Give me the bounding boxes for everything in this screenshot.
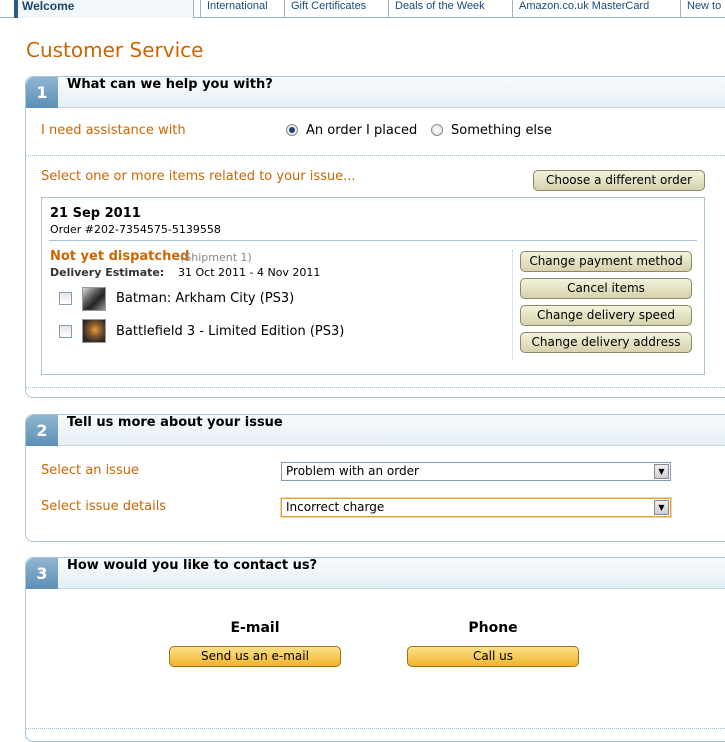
cancel-items-button[interactable]: Cancel items — [520, 278, 692, 299]
issue-select-value: Problem with an order — [286, 464, 419, 478]
change-payment-method-button[interactable]: Change payment method — [520, 251, 692, 272]
item-checkbox-battlefield[interactable] — [59, 325, 72, 338]
divider — [26, 155, 725, 156]
section-header: 3 How would you like to contact us? — [26, 558, 725, 589]
issue-details-select-value: Incorrect charge — [286, 500, 385, 514]
assist-label: I need assistance with — [41, 123, 186, 138]
item-thumbnail — [82, 287, 106, 311]
nav-tab-new-to[interactable]: New to — [680, 0, 725, 18]
dropdown-arrow-icon[interactable]: ▼ — [654, 500, 669, 515]
delivery-estimate-label: Delivery Estimate: — [50, 266, 165, 279]
item-checkbox-batman[interactable] — [59, 292, 72, 305]
order-number: Order #202-7354575-5139558 — [50, 223, 221, 236]
section-title: Tell us more about your issue — [67, 415, 283, 430]
change-delivery-speed-button[interactable]: Change delivery speed — [520, 305, 692, 326]
issue-details-select[interactable]: Incorrect charge ▼ — [280, 497, 672, 518]
page-title: Customer Service — [26, 38, 204, 62]
divider — [26, 728, 725, 729]
radio-something-else-label[interactable]: Something else — [451, 123, 552, 138]
nav-tab-international[interactable]: International — [200, 0, 276, 18]
radio-something-else[interactable] — [431, 124, 443, 136]
section-help: 1 What can we help you with? I need assi… — [25, 76, 725, 398]
section-title: How would you like to contact us? — [67, 558, 318, 573]
change-delivery-address-button[interactable]: Change delivery address — [520, 332, 692, 353]
order-date: 21 Sep 2011 — [50, 206, 141, 221]
nav-tab-gift-certificates[interactable]: Gift Certificates — [284, 0, 380, 18]
actions-divider — [512, 250, 513, 360]
nav-tab-deals[interactable]: Deals of the Week — [388, 0, 500, 18]
choose-different-order-button[interactable]: Choose a different order — [533, 170, 705, 191]
order-box: 21 Sep 2011 Order #202-7354575-5139558 N… — [41, 197, 705, 375]
dropdown-arrow-icon[interactable]: ▼ — [654, 464, 669, 479]
step-number: 3 — [26, 558, 58, 589]
order-divider — [49, 240, 697, 241]
send-email-button[interactable]: Send us an e-mail — [169, 646, 341, 667]
radio-order-label[interactable]: An order I placed — [306, 123, 417, 138]
top-nav: Welcome International Gift Certificates … — [0, 0, 725, 18]
step-number: 2 — [26, 415, 58, 446]
issue-select[interactable]: Problem with an order ▼ — [281, 462, 671, 481]
nav-tab-mastercard[interactable]: Amazon.co.uk MasterCard — [512, 0, 672, 18]
details-label: Select issue details — [41, 499, 167, 514]
radio-order[interactable] — [286, 124, 298, 136]
delivery-estimate-value: 31 Oct 2011 - 4 Nov 2011 — [178, 266, 321, 279]
section-issue: 2 Tell us more about your issue Select a… — [25, 414, 725, 542]
item-name: Batman: Arkham City (PS3) — [116, 291, 295, 306]
issue-label: Select an issue — [41, 463, 139, 478]
email-heading: E-mail — [230, 620, 280, 636]
item-thumbnail — [82, 319, 106, 343]
section-header: 2 Tell us more about your issue — [26, 415, 725, 446]
nav-tab-welcome[interactable]: Welcome — [18, 0, 194, 18]
call-us-button[interactable]: Call us — [407, 646, 579, 667]
item-name: Battlefield 3 - Limited Edition (PS3) — [116, 324, 345, 339]
select-items-label: Select one or more items related to your… — [41, 169, 356, 184]
order-status: Not yet dispatched — [50, 249, 190, 264]
section-contact: 3 How would you like to contact us? E-ma… — [25, 557, 725, 742]
phone-heading: Phone — [468, 620, 518, 636]
section-header: 1 What can we help you with? — [26, 77, 725, 108]
step-number: 1 — [26, 77, 58, 108]
divider — [26, 387, 725, 388]
section-title: What can we help you with? — [67, 77, 273, 92]
shipment-label: (Shipment 1) — [180, 251, 252, 264]
